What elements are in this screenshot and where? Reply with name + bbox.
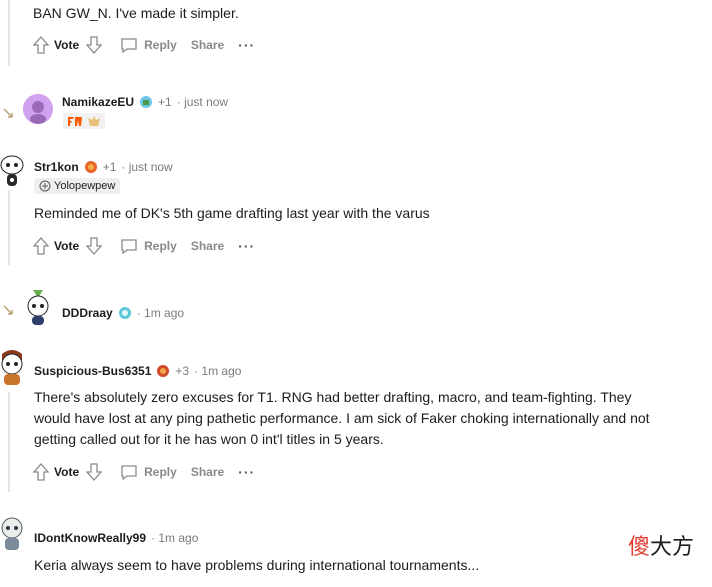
avatar[interactable]	[24, 288, 52, 326]
expand-thread-icon[interactable]	[3, 108, 13, 118]
fnatic-logo-icon	[68, 117, 82, 126]
downvote-icon[interactable]	[86, 237, 103, 255]
username[interactable]: NamikazeEU	[62, 95, 134, 109]
snoo-avatar-icon	[1, 350, 23, 385]
comment-actions: Vote Reply Share ···	[33, 460, 255, 484]
reply-label: Reply	[144, 465, 177, 479]
flair-badges	[63, 113, 105, 129]
user-flair: Yolopewpew	[34, 178, 121, 194]
comment-meta: NamikazeEU +1 · just now	[62, 95, 228, 109]
reply-button[interactable]: Reply	[120, 464, 177, 480]
vote-count: Vote	[54, 239, 80, 253]
avatar[interactable]	[0, 348, 24, 386]
karma-count: +1	[158, 95, 172, 109]
comment-meta: DDDraay · 1m ago	[62, 306, 184, 320]
comment-meta: IDontKnowReally99 · 1m ago	[34, 531, 198, 545]
timestamp: · 1m ago	[194, 364, 242, 378]
comment-body: Keria always seem to have problems durin…	[34, 557, 480, 573]
comment-actions: Vote Reply Share ···	[33, 33, 255, 57]
karma-count: +1	[102, 160, 117, 174]
comment-bubble-icon	[121, 38, 137, 53]
reply-label: Reply	[144, 239, 177, 253]
comment-body-line: getting called out for it he has won 0 i…	[34, 431, 384, 447]
downvote-icon[interactable]	[86, 463, 103, 481]
timestamp: · 1m ago	[151, 531, 199, 545]
comment-bubble-icon	[121, 239, 137, 254]
username[interactable]: IDontKnowReally99	[34, 531, 146, 545]
comment-body-line: would have lost at any ping pathetic per…	[34, 410, 650, 426]
upvote-icon[interactable]	[33, 36, 49, 54]
expand-thread-icon[interactable]	[3, 305, 13, 315]
share-button[interactable]: Share	[191, 239, 224, 253]
comment-body: BAN GW_N. I've made it simpler.	[33, 5, 239, 21]
thread-line[interactable]	[8, 0, 10, 66]
vote-count: Vote	[54, 38, 80, 52]
vote-count: Vote	[54, 465, 80, 479]
timestamp: · 1m ago	[136, 306, 185, 320]
comment-body: Reminded me of DK's 5th game drafting la…	[34, 205, 430, 221]
share-button[interactable]: Share	[191, 465, 224, 479]
snoo-avatar-icon	[27, 290, 49, 325]
avatar[interactable]	[0, 515, 24, 551]
reply-label: Reply	[144, 38, 177, 52]
username[interactable]: Suspicious-Bus6351	[34, 364, 151, 378]
upvote-icon[interactable]	[33, 463, 49, 481]
award-icon	[84, 161, 97, 173]
reply-button[interactable]: Reply	[120, 37, 177, 53]
award-icon	[140, 96, 153, 108]
comment-bubble-icon	[121, 465, 137, 480]
more-options-button[interactable]: ···	[238, 37, 255, 53]
snoo-avatar-icon	[23, 94, 53, 124]
avatar[interactable]	[23, 94, 53, 124]
share-button[interactable]: Share	[191, 38, 224, 52]
watermark: 傻大方	[628, 529, 694, 561]
watermark-text: 大方	[649, 535, 694, 560]
downvote-icon[interactable]	[86, 36, 103, 54]
flair-emblem-icon	[39, 180, 51, 192]
thread-line[interactable]	[8, 392, 10, 492]
timestamp: · just now	[176, 95, 229, 109]
comment-meta: Suspicious-Bus6351 +3 · 1m ago	[34, 364, 241, 378]
snoo-avatar-icon	[1, 517, 23, 550]
comment-body-line: There's absolutely zero excuses for T1. …	[34, 389, 632, 405]
comment-actions: Vote Reply Share ···	[33, 234, 255, 258]
username[interactable]: DDDraay	[62, 306, 113, 320]
user-flair-text: Yolopewpew	[54, 180, 116, 192]
reply-button[interactable]: Reply	[120, 238, 177, 254]
crown-flair-icon	[88, 116, 100, 126]
comment-meta: Str1kon +1 · just now	[34, 160, 173, 174]
award-icon	[118, 307, 131, 319]
more-options-button[interactable]: ···	[238, 238, 255, 254]
award-icon	[157, 365, 170, 377]
username[interactable]: Str1kon	[34, 160, 79, 174]
thread-line[interactable]	[8, 190, 10, 265]
comment-body: There's absolutely zero excuses for T1. …	[34, 387, 706, 450]
karma-count: +3	[175, 364, 190, 378]
upvote-icon[interactable]	[33, 237, 49, 255]
snoo-avatar-icon	[0, 155, 24, 186]
avatar[interactable]	[0, 154, 24, 188]
timestamp: · just now	[121, 160, 173, 174]
more-options-button[interactable]: ···	[238, 464, 255, 480]
watermark-red-char: 傻	[627, 535, 650, 560]
